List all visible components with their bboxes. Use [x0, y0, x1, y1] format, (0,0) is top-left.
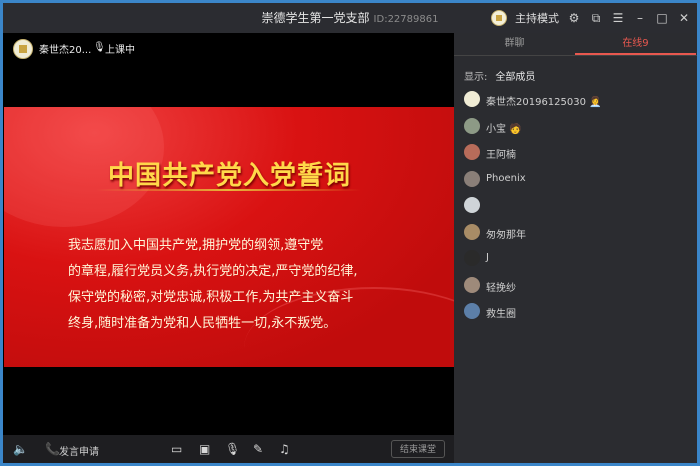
slide-line: 我志愿加入中国共产党,拥护党的纲领,遵守党 [68, 238, 324, 253]
music-icon[interactable]: ♫ [279, 441, 290, 457]
member-avatar [464, 197, 480, 213]
member-panel: 群聊 在线9 显示: 全部成员 秦世杰20196125030 👩‍💼 小宝 🧑 王阿楠 Ph… [454, 33, 697, 463]
microphone-icon[interactable]: 🎙 [225, 441, 240, 457]
member-name: 小宝 🧑 [486, 123, 522, 135]
edit-icon[interactable]: ✎ [253, 441, 263, 457]
person-badge-icon: 🧑 [509, 123, 522, 135]
room-id: ID:22789861 [373, 14, 439, 25]
presentation-slide: 中国共产党入党誓词 我志愿加入中国共产党,拥护党的纲领,遵守党 的章程,履行党员… [4, 107, 455, 367]
filter-value[interactable]: 全部成员 [495, 72, 535, 83]
title-bar-controls: 主持模式 ⚙ ⧉ ☰ – □ ✕ [491, 8, 691, 28]
member-name: 救生圈 [486, 309, 516, 320]
screen-share-icon[interactable]: ▣ [199, 441, 210, 457]
app-window: 崇德学生第一党支部 ID:22789861 主持模式 ⚙ ⧉ ☰ – □ ✕ 秦世… [3, 3, 697, 463]
panel-tabs: 群聊 在线9 [454, 33, 697, 56]
video-icon[interactable]: ▭ [171, 441, 182, 457]
member-name: Phoenix [486, 172, 526, 184]
menu-icon[interactable]: ☰ [611, 11, 625, 25]
member-name: J [486, 252, 489, 263]
close-icon[interactable]: ✕ [677, 11, 691, 25]
speak-request-button[interactable]: 发言申请 [59, 443, 99, 458]
slide-body: 我志愿加入中国共产党,拥护党的纲领,遵守党 的章程,履行党员义务,执行党的决定,… [68, 233, 398, 337]
phone-icon[interactable]: 📞 [45, 441, 60, 457]
slide-title: 中国共产党入党誓词 [107, 161, 351, 191]
stage-header: 秦世杰20... 🎙 上课中 [3, 33, 454, 63]
member-avatar [464, 91, 480, 107]
member-avatar [464, 303, 480, 319]
filter-label: 显示: [464, 72, 488, 83]
stage-area: 秦世杰20... 🎙 上课中 中国共产党入党誓词 我志愿加入中国共产党,拥护党的… [3, 33, 455, 463]
control-bar: 🔈 📞 发言申请 ▭ ▣ 🎙 ✎ ♫ 结束课堂 [3, 435, 454, 463]
title-bar: 崇德学生第一党支部 ID:22789861 主持模式 ⚙ ⧉ ☰ – □ ✕ [3, 3, 697, 33]
settings-icon[interactable]: ⚙ [567, 11, 581, 25]
slide-line: 的章程,履行党员义务,执行党的决定,严守党的纪律, [68, 264, 358, 279]
tab-group-chat[interactable]: 群聊 [454, 33, 575, 55]
microphone-icon: 🎙 [93, 42, 106, 53]
member-name: 王阿楠 [486, 150, 516, 161]
window-title-text: 崇德学生第一党支部 [261, 11, 370, 25]
host-name: 秦世杰20... [39, 45, 92, 56]
member-item[interactable]: 匆匆那年 [464, 223, 684, 242]
tab-online[interactable]: 在线9 [575, 33, 696, 55]
member-name: 秦世杰20196125030 👩‍💼 [486, 97, 602, 108]
slide-line: 保守党的秘密,对党忠诚,积极工作,为共产主义奋斗 [68, 290, 354, 305]
member-item[interactable]: 小宝 🧑 [464, 117, 684, 136]
host-avatar [13, 39, 33, 59]
host-mode-label[interactable]: 主持模式 [515, 10, 559, 26]
slide-divider [96, 189, 361, 191]
minimize-icon[interactable]: – [633, 11, 647, 25]
member-item[interactable]: Phoenix [464, 170, 684, 189]
member-avatar [464, 170, 480, 187]
host-badge-icon: 👩‍💼 [589, 97, 602, 108]
share-window-icon[interactable]: ⧉ [589, 11, 603, 25]
member-item[interactable]: 轻挽纱 [464, 276, 684, 295]
member-item[interactable]: 王阿楠 [464, 144, 684, 162]
member-avatar [464, 117, 480, 134]
member-item[interactable]: 救生圈 [464, 303, 684, 321]
speaker-icon[interactable]: 🔈 [13, 441, 28, 457]
member-filter[interactable]: 显示: 全部成员 [464, 68, 535, 83]
member-avatar [464, 223, 480, 240]
end-class-button[interactable]: 结束课堂 [391, 440, 445, 458]
member-item[interactable]: J [464, 250, 684, 268]
slide-line: 终身,随时准备为党和人民牺牲一切,永不叛党。 [68, 316, 337, 331]
user-avatar-icon[interactable] [491, 10, 507, 26]
member-avatar [464, 144, 480, 160]
member-item[interactable]: 秦世杰20196125030 👩‍💼 [464, 91, 684, 109]
class-status: 上课中 [105, 45, 135, 56]
member-name: 匆匆那年 [486, 229, 526, 241]
member-avatar [464, 250, 480, 266]
member-avatar [464, 276, 480, 293]
maximize-icon[interactable]: □ [655, 11, 669, 25]
member-name: 轻挽纱 [486, 282, 516, 294]
member-item[interactable] [464, 197, 684, 215]
